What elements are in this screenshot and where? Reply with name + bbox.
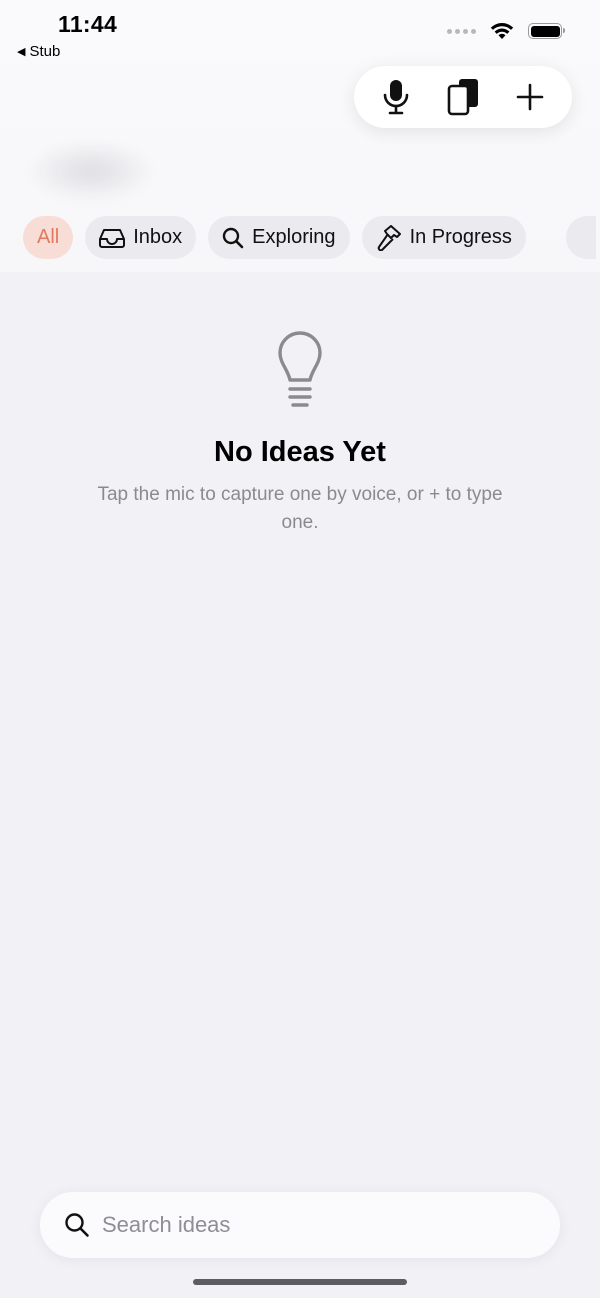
magnifier-icon: [222, 227, 244, 248]
lightbulb-icon: [278, 331, 322, 407]
filter-chip-label: Exploring: [252, 226, 336, 248]
app-screen: 11:44 ◀ Stub All Inbox Exploring In Prog…: [0, 0, 600, 1298]
empty-state-subtitle: Tap the mic to capture one by voice, or …: [97, 484, 503, 533]
filter-chip-exploring[interactable]: Exploring: [208, 216, 350, 259]
plus-icon: [517, 83, 544, 111]
search-icon: [65, 1213, 89, 1237]
filter-chip-all[interactable]: All: [23, 216, 74, 259]
search-input[interactable]: [102, 1212, 536, 1238]
back-arrow-icon: ◀: [17, 46, 26, 58]
microphone-icon: [383, 80, 408, 115]
add-idea-button[interactable]: [502, 69, 558, 125]
filter-chip-label: All: [37, 226, 60, 248]
stacked-cards-icon: [447, 79, 478, 116]
home-indicator[interactable]: [193, 1279, 407, 1285]
cellular-signal-icon: [447, 28, 476, 34]
action-toolbar: [354, 66, 572, 128]
search-bar[interactable]: [40, 1192, 560, 1258]
hammer-icon: [377, 224, 401, 251]
wifi-icon: [490, 23, 514, 39]
filter-chip-inbox[interactable]: Inbox: [85, 216, 197, 259]
filter-chips: All Inbox Exploring In Progress: [23, 216, 526, 260]
voice-capture-button[interactable]: [368, 69, 424, 125]
filter-chip-label: Inbox: [133, 226, 183, 248]
filter-chip-in-progress[interactable]: In Progress: [361, 216, 526, 259]
status-time: 11:44: [58, 11, 118, 37]
back-to-app-link[interactable]: ◀ Stub: [17, 43, 60, 60]
status-indicators: [447, 22, 565, 40]
empty-state-title: No Ideas Yet: [214, 436, 386, 468]
empty-state: No Ideas Yet Tap the mic to capture one …: [0, 330, 600, 537]
blurred-large-title: [26, 140, 156, 202]
multi-select-button[interactable]: [435, 69, 491, 125]
filter-chip-label: In Progress: [409, 226, 512, 248]
tray-icon: [99, 228, 126, 248]
battery-icon: [528, 23, 565, 39]
back-app-label: Stub: [29, 43, 61, 60]
